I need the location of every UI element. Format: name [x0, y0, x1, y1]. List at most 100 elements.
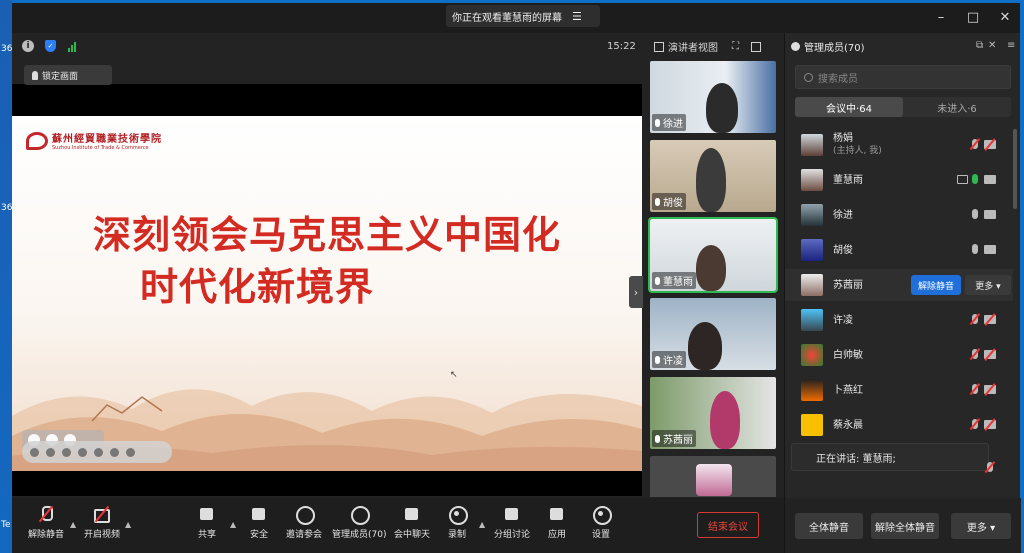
camera-off-icon[interactable]	[984, 140, 996, 149]
member-row[interactable]: 白帅敏	[785, 339, 1013, 371]
chat-button[interactable]: 会中聊天	[394, 506, 430, 540]
camera-off-icon[interactable]	[984, 420, 996, 429]
camera-off-icon[interactable]	[984, 350, 996, 359]
record-button[interactable]: 录制	[448, 506, 468, 540]
close-icon[interactable]: ✕	[988, 40, 996, 51]
unmute-all-button[interactable]: 解除全体静音	[871, 513, 939, 539]
share-button[interactable]: 共享	[198, 506, 216, 540]
chat-label: 会中聊天	[394, 530, 431, 540]
member-row[interactable]: 胡俊	[785, 234, 1013, 266]
camera-icon[interactable]	[984, 245, 996, 254]
screen-share-icon	[957, 175, 968, 184]
mic-muted-icon[interactable]	[972, 384, 978, 394]
mic-icon[interactable]	[972, 244, 978, 254]
share-screen-icon	[198, 506, 216, 522]
mic-muted-icon	[37, 506, 55, 522]
menu-icon[interactable]: ☰	[572, 10, 582, 23]
mic-muted-icon[interactable]	[972, 419, 978, 429]
member-row[interactable]: 苏茜丽 解除静音 更多 ▾	[785, 269, 1013, 301]
unmute-member-button[interactable]: 解除静音	[911, 275, 961, 295]
participant-video	[696, 245, 726, 291]
shape-icon[interactable]	[78, 447, 87, 457]
maximize-icon[interactable]: □	[964, 10, 982, 25]
member-list-scrollbar[interactable]	[1013, 129, 1017, 209]
chevron-up-icon[interactable]: ▲	[230, 520, 236, 529]
start-video-label: 开启视频	[84, 530, 121, 540]
security-button[interactable]: 安全	[250, 506, 268, 540]
member-row[interactable]: 董慧雨	[785, 164, 1013, 196]
member-role: (主持人, 我)	[833, 146, 882, 156]
more-icon[interactable]: ≡	[1007, 40, 1015, 51]
member-row[interactable]: 许凌	[785, 304, 1013, 336]
apps-button[interactable]: 应用	[548, 506, 566, 540]
video-tile[interactable]	[650, 456, 776, 497]
slide-tool-strip[interactable]	[22, 441, 172, 463]
speaker-view-toggle[interactable]: 演讲者视图	[668, 39, 718, 54]
manage-members-button[interactable]: 管理成员(70)	[332, 506, 386, 540]
info-icon[interactable]: i	[22, 40, 34, 52]
unmute-button[interactable]: 解除静音	[28, 506, 64, 540]
mute-all-button[interactable]: 全体静音	[795, 513, 863, 539]
camera-icon[interactable]	[984, 210, 996, 219]
security-label: 安全	[250, 530, 269, 540]
tab-not-joined[interactable]: 未进入·6	[903, 97, 1011, 117]
signal-icon[interactable]	[68, 41, 76, 52]
pointer-icon[interactable]	[62, 447, 71, 457]
mic-active-icon[interactable]	[972, 174, 978, 184]
member-row[interactable]: 蔡永晨	[785, 409, 1013, 441]
members-icon	[791, 41, 800, 51]
settings-label: 设置	[592, 530, 611, 540]
settings-button[interactable]: 设置	[592, 506, 612, 540]
collapse-gallery-button[interactable]: ›	[629, 276, 643, 308]
chevron-up-icon[interactable]: ▲	[479, 520, 485, 529]
member-row[interactable]: 卜燕红	[785, 374, 1013, 406]
camera-icon[interactable]	[984, 175, 996, 184]
mic-muted-icon	[987, 462, 993, 472]
member-name: 卜燕红	[833, 384, 863, 396]
lock-view-button[interactable]: 锁定画面	[24, 65, 112, 85]
camera-off-icon	[93, 506, 111, 523]
chevron-left-icon[interactable]	[126, 447, 135, 457]
search-icon	[804, 72, 813, 82]
member-search-input[interactable]: 搜索成员	[795, 65, 1011, 89]
mic-muted-icon[interactable]	[972, 139, 978, 149]
sidebar-toggle-icon[interactable]	[751, 41, 761, 52]
manage-members-label: 管理成员(70)	[332, 530, 387, 540]
video-tile[interactable]: 许凌	[650, 298, 776, 370]
meeting-clock: 15:22	[607, 41, 636, 52]
chevron-up-icon[interactable]: ▲	[125, 520, 131, 529]
member-more-button[interactable]: 更多 ▾	[965, 275, 1011, 295]
member-row[interactable]: 杨娟 (主持人, 我)	[785, 129, 1013, 161]
video-tile-active[interactable]: 董慧雨	[648, 217, 778, 293]
minimize-icon[interactable]: –	[932, 10, 950, 25]
member-row[interactable]: 徐进	[785, 199, 1013, 231]
tile-name-text: 董慧雨	[663, 277, 693, 288]
end-meeting-button[interactable]: 结束会议	[697, 512, 759, 538]
apps-label: 应用	[548, 530, 567, 540]
footer-more-button[interactable]: 更多 ▾	[951, 513, 1011, 539]
tab-in-meeting[interactable]: 会议中·64	[795, 97, 903, 117]
mic-icon[interactable]	[972, 209, 978, 219]
eraser-icon[interactable]	[46, 447, 55, 457]
share-banner[interactable]: 你正在观看董慧雨的屏幕 ☰	[446, 5, 600, 27]
mic-muted-icon[interactable]	[972, 314, 978, 324]
chat-bubble-icon[interactable]	[94, 447, 103, 457]
camera-off-icon[interactable]	[984, 385, 996, 394]
video-tile[interactable]: 苏茜丽	[650, 377, 776, 449]
fullscreen-icon[interactable]: ⛶	[732, 41, 739, 52]
close-icon[interactable]: ✕	[996, 10, 1014, 25]
video-tile[interactable]: 胡俊	[650, 140, 776, 212]
start-video-button[interactable]: 开启视频	[84, 506, 120, 540]
invite-label: 邀请参会	[286, 530, 323, 540]
popout-icon[interactable]: ⧉	[976, 40, 983, 51]
camera-off-icon[interactable]	[984, 315, 996, 324]
invite-button[interactable]: 邀请参会	[286, 506, 322, 540]
gear-icon[interactable]	[110, 447, 119, 457]
mic-muted-icon[interactable]	[972, 349, 978, 359]
pen-icon[interactable]	[30, 447, 39, 457]
chevron-up-icon[interactable]: ▲	[70, 520, 76, 529]
participant-video	[710, 391, 740, 449]
shield-icon[interactable]: ✓	[45, 40, 56, 52]
breakout-button[interactable]: 分组讨论	[494, 506, 530, 540]
video-tile[interactable]: 徐进	[650, 61, 776, 133]
